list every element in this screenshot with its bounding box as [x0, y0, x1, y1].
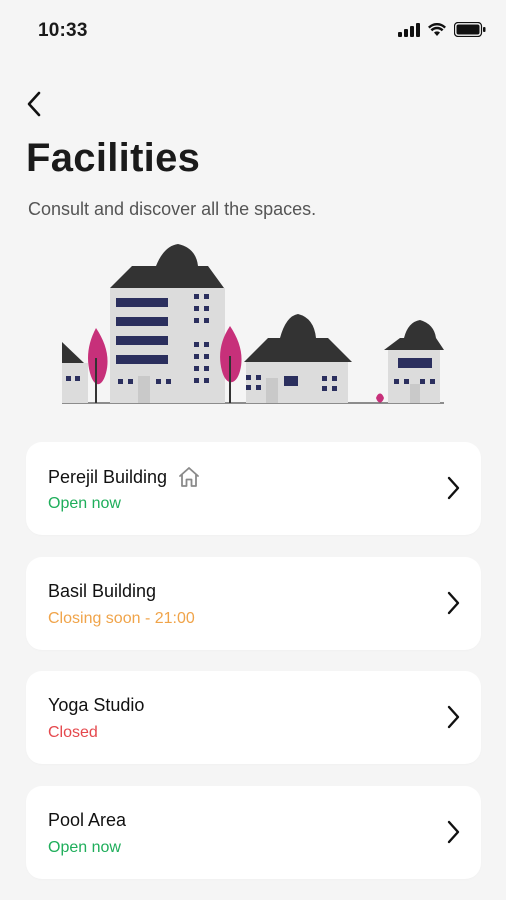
- facility-status: Open now: [48, 495, 121, 512]
- back-button[interactable]: [18, 86, 50, 122]
- facility-name: Basil Building: [48, 580, 157, 601]
- facility-status: Open now: [48, 838, 121, 856]
- facility-status: Closed: [48, 724, 98, 741]
- facility-name-row: Perejil Building: [48, 466, 201, 488]
- chevron-right-icon: [447, 820, 460, 843]
- facilities-list: Perejil Building Open now Basil Building…: [26, 442, 481, 900]
- facility-card-perejil[interactable]: Perejil Building Open now: [26, 442, 481, 535]
- chevron-right-icon: [447, 705, 460, 729]
- page-title: Facilities: [26, 136, 201, 180]
- back-arrow-icon: [27, 91, 41, 117]
- status-icons: [398, 22, 486, 37]
- facility-card-basil[interactable]: Basil Building Closing soon - 21:00: [26, 556, 481, 650]
- facility-name-row: Yoga Studio: [48, 695, 144, 716]
- facility-name: Pool Area: [48, 809, 127, 830]
- facility-status: Closing soon - 21:00: [48, 609, 195, 627]
- facility-name: Yoga Studio: [48, 695, 145, 715]
- status-time: 10:33: [38, 20, 88, 41]
- chevron-right-icon: [447, 476, 460, 500]
- wifi-icon: [428, 22, 446, 36]
- home-icon: [179, 467, 199, 487]
- facility-name: Perejil Building: [48, 466, 168, 487]
- page-subtitle: Consult and discover all the spaces.: [28, 199, 317, 219]
- signal-icon: [398, 22, 420, 37]
- status-bar: 10:33: [0, 0, 506, 62]
- facility-name-row: Basil Building: [48, 581, 156, 602]
- facility-card-pool[interactable]: Pool Area Open now: [26, 785, 481, 879]
- buildings-illustration: [62, 244, 444, 404]
- chevron-right-icon: [447, 591, 460, 614]
- facility-name-row: Pool Area: [48, 810, 126, 831]
- battery-icon: [454, 22, 486, 37]
- facility-card-yoga[interactable]: Yoga Studio Closed: [26, 671, 481, 764]
